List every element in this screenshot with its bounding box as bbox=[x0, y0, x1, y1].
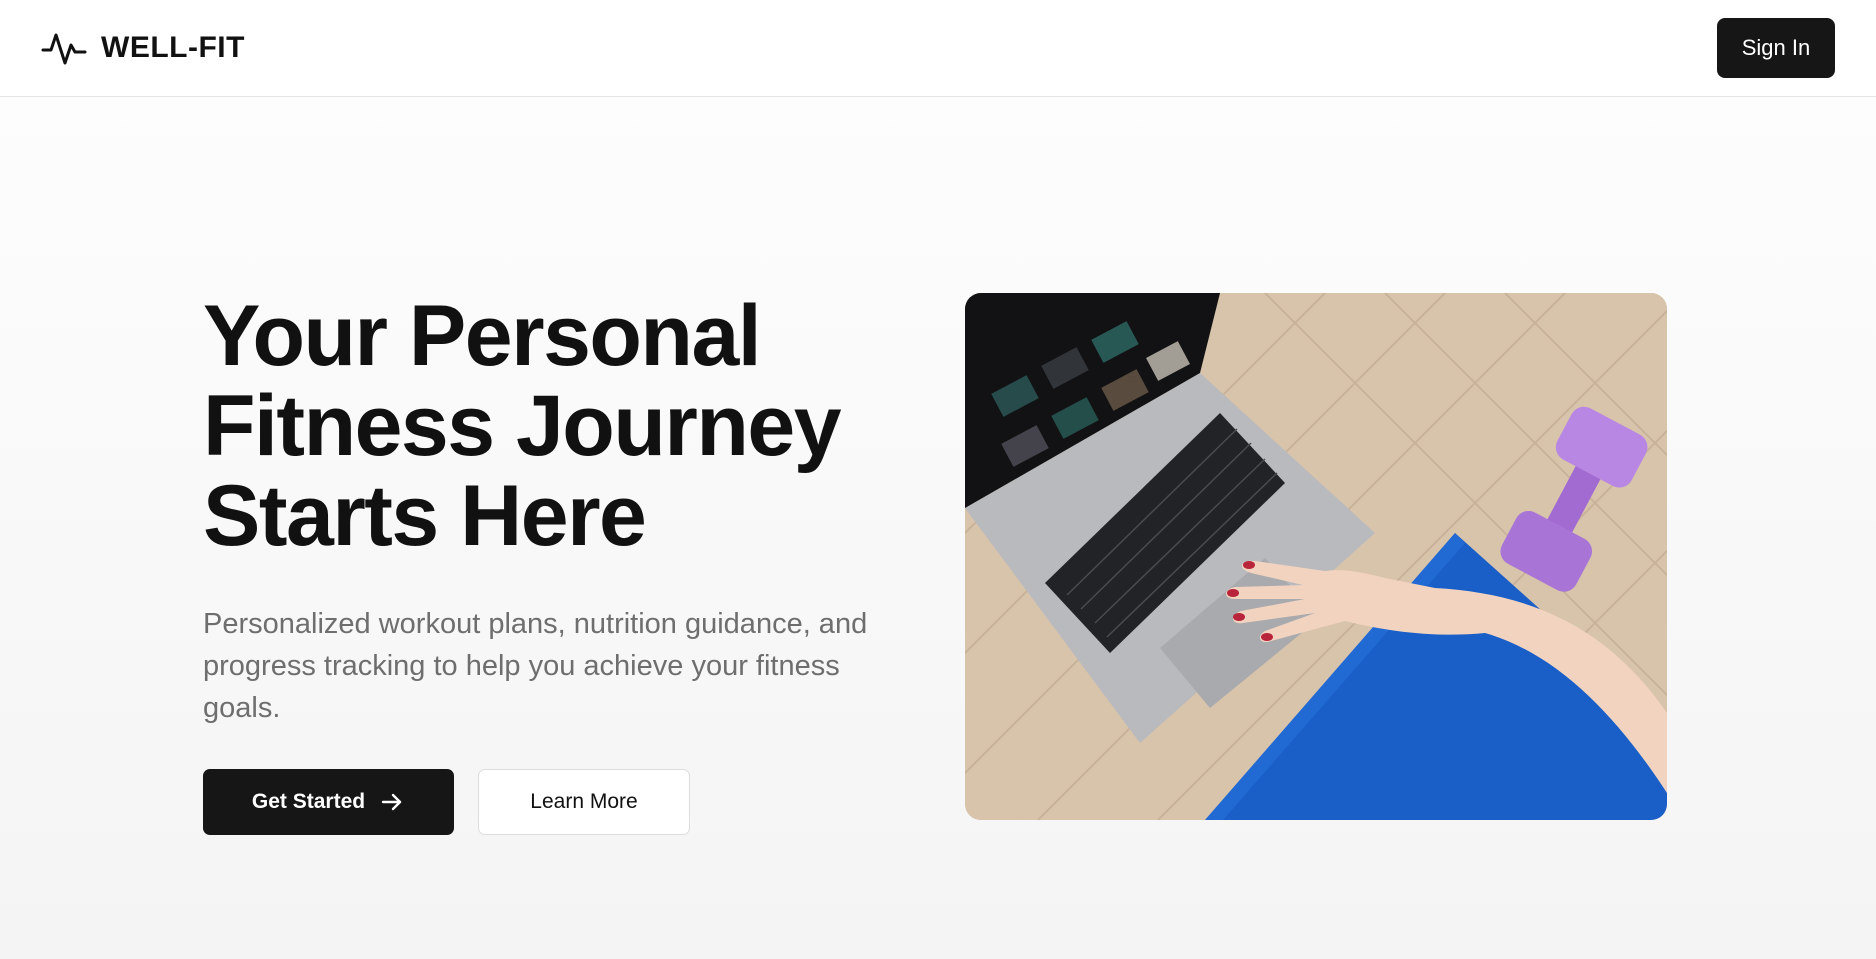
pulse-icon bbox=[41, 33, 87, 65]
sign-in-button[interactable]: Sign In bbox=[1717, 18, 1835, 78]
hero-section: Your Personal Fitness Journey Starts Her… bbox=[0, 97, 1876, 959]
brand-name: WELL-FIT bbox=[101, 31, 245, 64]
hero-text: Your Personal Fitness Journey Starts Her… bbox=[203, 291, 903, 835]
hero-photo-illustration bbox=[965, 293, 1667, 820]
hero-title-line: Fitness Journey bbox=[203, 378, 842, 474]
hero-title: Your Personal Fitness Journey Starts Her… bbox=[203, 291, 903, 561]
hero-actions: Get Started Learn More bbox=[203, 769, 903, 835]
hero-title-line: Your Personal bbox=[203, 288, 762, 384]
hero-subtitle: Personalized workout plans, nutrition gu… bbox=[203, 608, 868, 724]
learn-more-button[interactable]: Learn More bbox=[478, 769, 690, 835]
brand-logo[interactable]: WELL-FIT bbox=[41, 25, 245, 71]
site-header: WELL-FIT Sign In bbox=[0, 0, 1876, 97]
hero-photo bbox=[965, 293, 1667, 820]
hero-title-line: Starts Here bbox=[203, 468, 647, 564]
arrow-right-icon bbox=[381, 793, 402, 811]
get-started-label: Get Started bbox=[251, 790, 366, 813]
get-started-button[interactable]: Get Started bbox=[203, 769, 454, 835]
